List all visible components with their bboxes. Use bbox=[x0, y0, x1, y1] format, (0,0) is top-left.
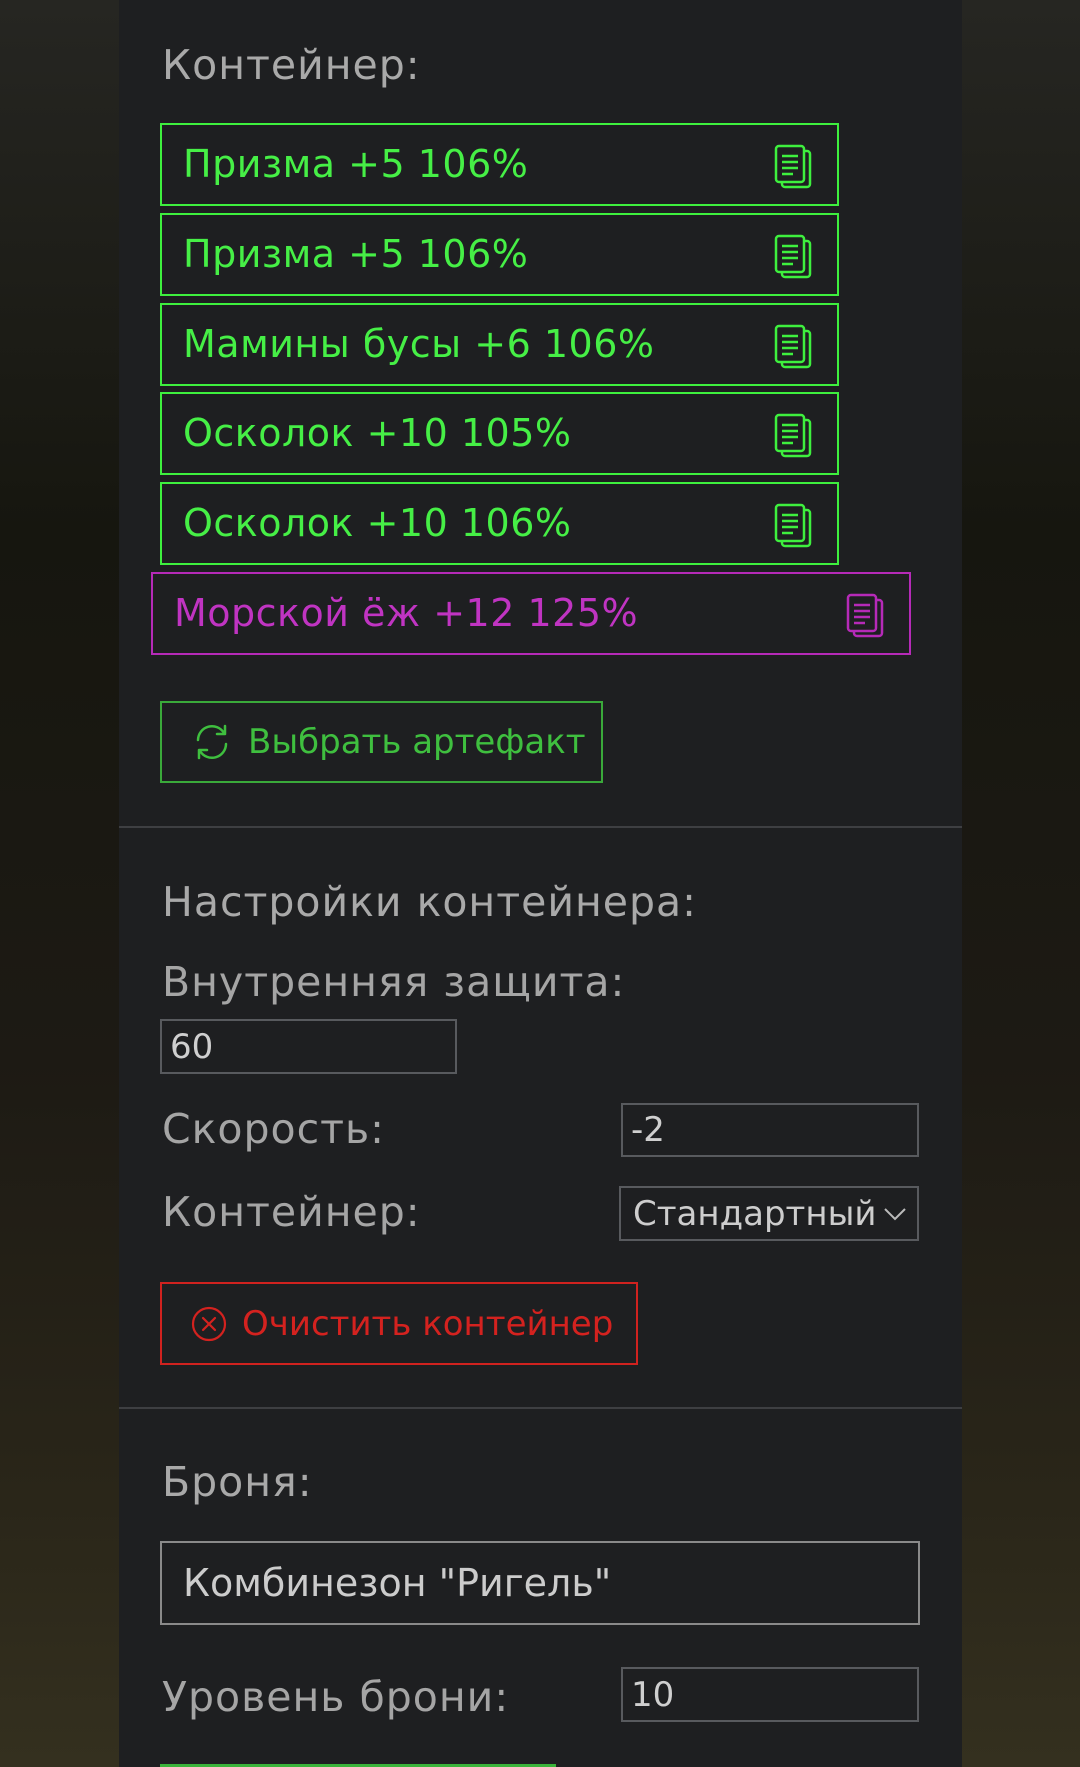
artifact-slot-2[interactable]: Призма +5 106% bbox=[160, 213, 839, 296]
chevron-down-icon bbox=[884, 1207, 906, 1220]
copy-icon[interactable] bbox=[773, 144, 813, 190]
section-divider bbox=[119, 1407, 962, 1409]
armor-name: Комбинезон "Ригель" bbox=[183, 1561, 612, 1605]
calculator-panel: Контейнер: Призма +5 106% Призма +5 106%… bbox=[119, 0, 962, 1767]
inner-protection-input[interactable] bbox=[160, 1019, 457, 1074]
container-type-label: Контейнер: bbox=[162, 1188, 421, 1236]
artifact-slot-1[interactable]: Призма +5 106% bbox=[160, 123, 839, 206]
close-circle-icon bbox=[191, 1306, 227, 1341]
choose-artifact-button[interactable]: Выбрать артефакт bbox=[160, 701, 603, 783]
artifact-label: Призма +5 106% bbox=[183, 232, 529, 276]
background-left bbox=[0, 0, 119, 1767]
speed-input[interactable] bbox=[621, 1103, 919, 1157]
armor-level-input[interactable] bbox=[621, 1667, 919, 1722]
copy-icon[interactable] bbox=[773, 324, 813, 370]
container-type-value: Стандартный bbox=[633, 1193, 877, 1234]
inner-protection-label: Внутренняя защита: bbox=[162, 958, 626, 1006]
container-section-title: Контейнер: bbox=[162, 41, 421, 89]
artifact-label: Морской ёж +12 125% bbox=[174, 591, 639, 635]
choose-artifact-label: Выбрать артефакт bbox=[248, 722, 586, 762]
artifact-slot-5[interactable]: Осколок +10 106% bbox=[160, 482, 839, 565]
artifact-label: Осколок +10 105% bbox=[183, 411, 572, 455]
speed-label: Скорость: bbox=[162, 1105, 385, 1153]
copy-icon[interactable] bbox=[845, 593, 885, 639]
artifact-slot-4[interactable]: Осколок +10 105% bbox=[160, 392, 839, 475]
container-type-select[interactable]: Стандартный bbox=[619, 1186, 919, 1241]
artifact-label: Мамины бусы +6 106% bbox=[183, 322, 655, 366]
artifact-label: Осколок +10 106% bbox=[183, 501, 572, 545]
background-right bbox=[962, 0, 1080, 1767]
armor-section-title: Броня: bbox=[162, 1458, 313, 1506]
artifact-slot-6[interactable]: Морской ёж +12 125% bbox=[151, 572, 911, 655]
armor-level-label: Уровень брони: bbox=[162, 1673, 510, 1721]
copy-icon[interactable] bbox=[773, 503, 813, 549]
clear-container-button[interactable]: Очистить контейнер bbox=[160, 1282, 638, 1365]
artifact-label: Призма +5 106% bbox=[183, 142, 529, 186]
copy-icon[interactable] bbox=[773, 413, 813, 459]
artifact-slot-3[interactable]: Мамины бусы +6 106% bbox=[160, 303, 839, 386]
refresh-icon bbox=[196, 724, 228, 760]
armor-select[interactable]: Комбинезон "Ригель" bbox=[160, 1541, 920, 1625]
settings-section-title: Настройки контейнера: bbox=[162, 878, 697, 926]
copy-icon[interactable] bbox=[773, 234, 813, 280]
clear-container-label: Очистить контейнер bbox=[242, 1303, 614, 1344]
section-divider bbox=[119, 826, 962, 828]
